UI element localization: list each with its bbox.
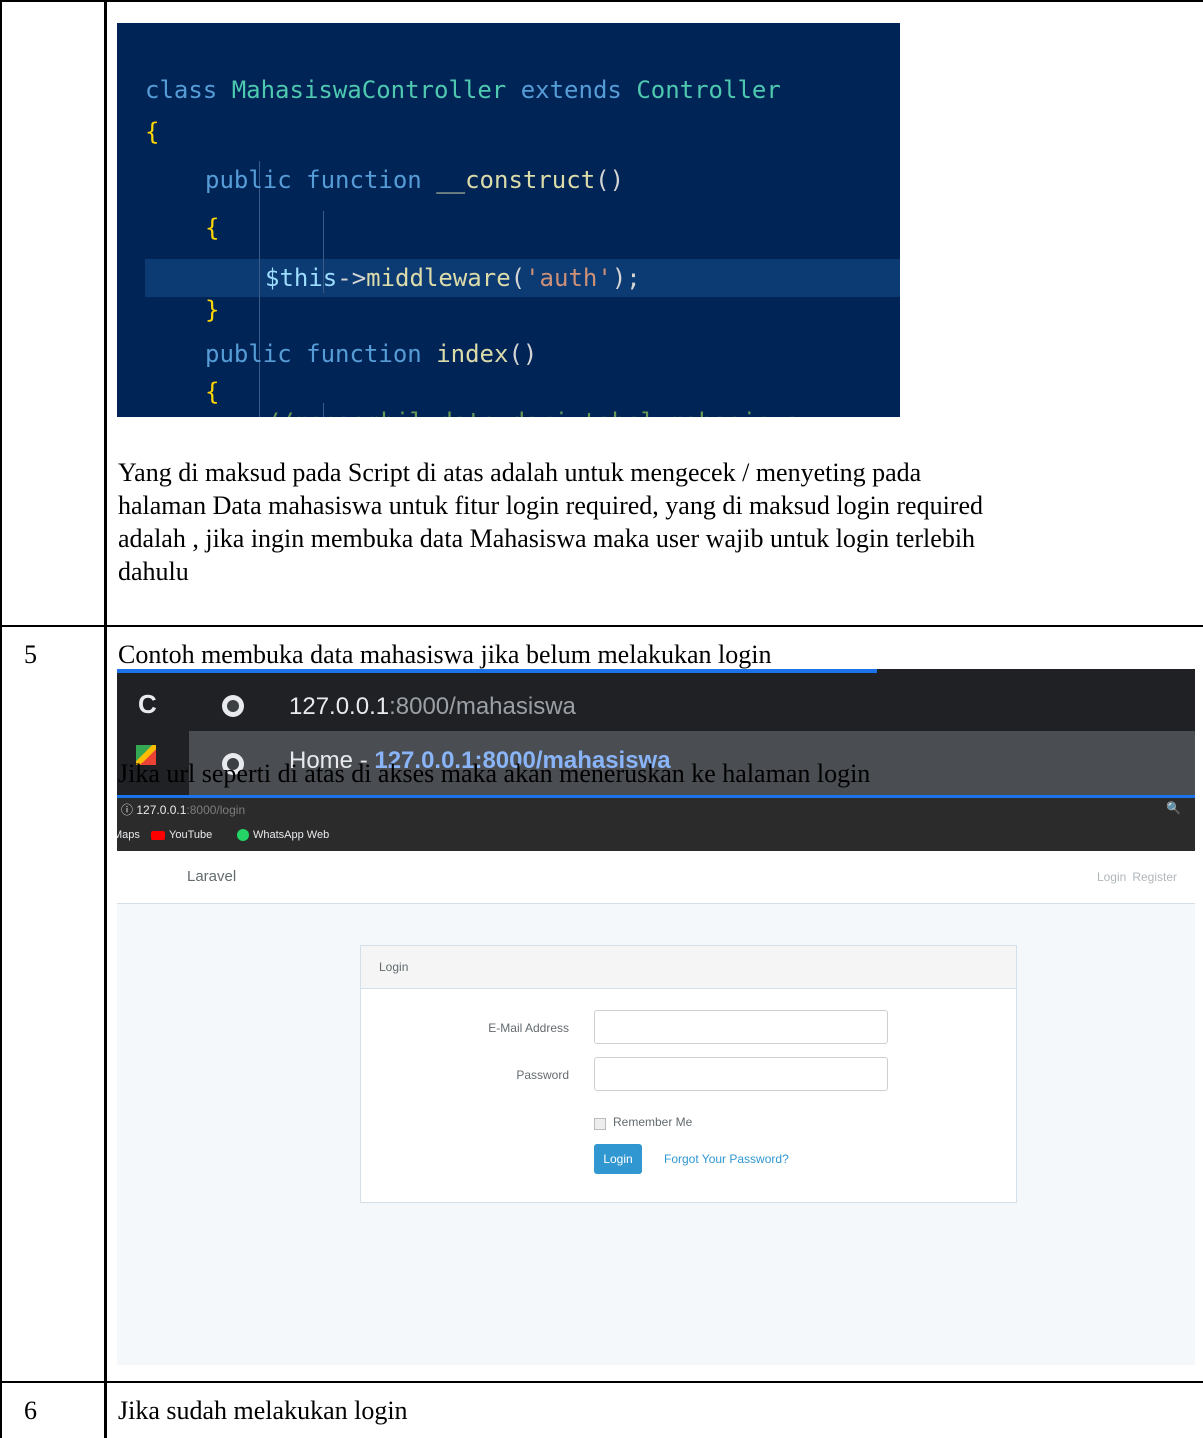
- explanation-line-2: halaman Data mahasiswa untuk fitur login…: [118, 491, 983, 520]
- bookmark-youtube[interactable]: YouTube: [151, 829, 212, 841]
- explanation-line-1: Yang di maksud pada Script di atas adala…: [118, 458, 922, 487]
- code-token: __construct: [436, 166, 596, 194]
- code-token: (): [595, 166, 625, 194]
- login-button[interactable]: Login: [594, 1144, 642, 1174]
- forgot-password-link[interactable]: Forgot Your Password?: [664, 1152, 789, 1166]
- browser-chrome: ⓘ 127.0.0.1:8000/login 🔍 Maps YouTube Wh…: [117, 795, 1195, 851]
- url-path: :8000/mahasiswa: [389, 693, 576, 720]
- nav-links: Login Register: [1091, 870, 1177, 884]
- address-bar[interactable]: 127.0.0.1:8000/mahasiswa: [289, 693, 576, 721]
- brand[interactable]: Laravel: [187, 868, 236, 885]
- bookmark-label: YouTube: [169, 829, 213, 841]
- whatsapp-icon: [237, 829, 249, 842]
- panel-title: Login: [379, 960, 409, 974]
- login-panel: Login E-Mail Address Password Remember M…: [360, 945, 1017, 1203]
- code-token: public: [205, 340, 292, 368]
- code-line-5: $this->middleware('auth');: [265, 259, 641, 297]
- table-row-divider-1: [0, 625, 1203, 627]
- bookmark-label: WhatsApp Web: [253, 829, 330, 841]
- code-line-2: {: [145, 118, 160, 146]
- code-token: index: [436, 340, 509, 368]
- table-row-divider-2: [0, 1381, 1203, 1383]
- code-token: (): [508, 340, 538, 368]
- row-6-intro: Jika sudah melakukan login: [118, 1396, 408, 1425]
- row-5-intro: Contoh membuka data mahasiswa jika belum…: [118, 640, 772, 669]
- password-label: Password: [516, 1068, 569, 1082]
- email-label: E-Mail Address: [488, 1021, 569, 1035]
- bookmark-whatsapp[interactable]: WhatsApp Web: [237, 829, 330, 842]
- table-column-divider: [104, 0, 107, 1438]
- login-page-screenshot: ⓘ 127.0.0.1:8000/login 🔍 Maps YouTube Wh…: [117, 795, 1195, 1365]
- table-left-border: [0, 0, 2, 1438]
- code-line-4: {: [205, 214, 220, 242]
- explanation-line-3: adalah , jika ingin membuka data Mahasis…: [118, 524, 976, 553]
- code-line-8: {: [205, 378, 220, 406]
- code-token: Controller: [636, 76, 781, 104]
- code-token: middleware: [366, 264, 511, 292]
- code-line-7: public function index(): [205, 335, 537, 373]
- loading-bar: [117, 669, 877, 673]
- code-line-9: //mengambil data dari tabel mahasiswa: [265, 403, 800, 417]
- navbar: Laravel Login Register: [117, 851, 1195, 904]
- code-screenshot: class MahasiswaController extends Contro…: [117, 23, 900, 417]
- address-bar[interactable]: ⓘ 127.0.0.1:8000/login: [121, 801, 245, 818]
- nav-login[interactable]: Login: [1097, 870, 1126, 884]
- password-field[interactable]: [594, 1057, 888, 1091]
- code-token: public: [205, 166, 292, 194]
- code-line-1: class MahasiswaController extends Contro…: [145, 71, 781, 109]
- code-token: 'auth': [525, 264, 612, 292]
- code-token: );: [611, 264, 641, 292]
- row-number-6: 6: [24, 1396, 37, 1425]
- code-token: $this: [265, 264, 338, 292]
- url-host: 127.0.0.1: [136, 803, 187, 817]
- code-token: extends: [520, 76, 622, 104]
- remember-checkbox[interactable]: [594, 1118, 606, 1130]
- reload-icon[interactable]: C: [138, 689, 157, 720]
- code-token: function: [306, 340, 422, 368]
- youtube-icon: [151, 830, 165, 840]
- search-icon[interactable]: 🔍: [1166, 801, 1181, 815]
- redirect-text: Jika url seperti di atas di akses maka a…: [118, 759, 871, 788]
- code-token: class: [145, 76, 218, 104]
- url-path: :8000/login: [186, 803, 246, 817]
- code-token: (: [510, 264, 526, 292]
- code-token: function: [306, 166, 422, 194]
- nav-register[interactable]: Register: [1132, 870, 1177, 884]
- url-host: 127.0.0.1: [289, 693, 390, 720]
- code-token: ->: [337, 264, 367, 292]
- info-icon: ⓘ: [121, 803, 134, 817]
- bookmark-maps[interactable]: Maps: [117, 829, 140, 841]
- loading-bar: [117, 795, 1195, 798]
- remember-label: Remember Me: [613, 1115, 693, 1129]
- email-field[interactable]: [594, 1010, 888, 1044]
- code-line-3: public function __construct(): [205, 161, 624, 199]
- globe-icon: [222, 695, 244, 717]
- code-token: MahasiswaController: [231, 76, 507, 104]
- panel-header: Login: [361, 946, 1016, 989]
- table-top-border: [0, 0, 1203, 2]
- row-number-5: 5: [24, 640, 37, 669]
- explanation-line-4: dahulu: [118, 557, 189, 586]
- code-line-6: }: [205, 296, 220, 324]
- indent-guide: [259, 161, 260, 417]
